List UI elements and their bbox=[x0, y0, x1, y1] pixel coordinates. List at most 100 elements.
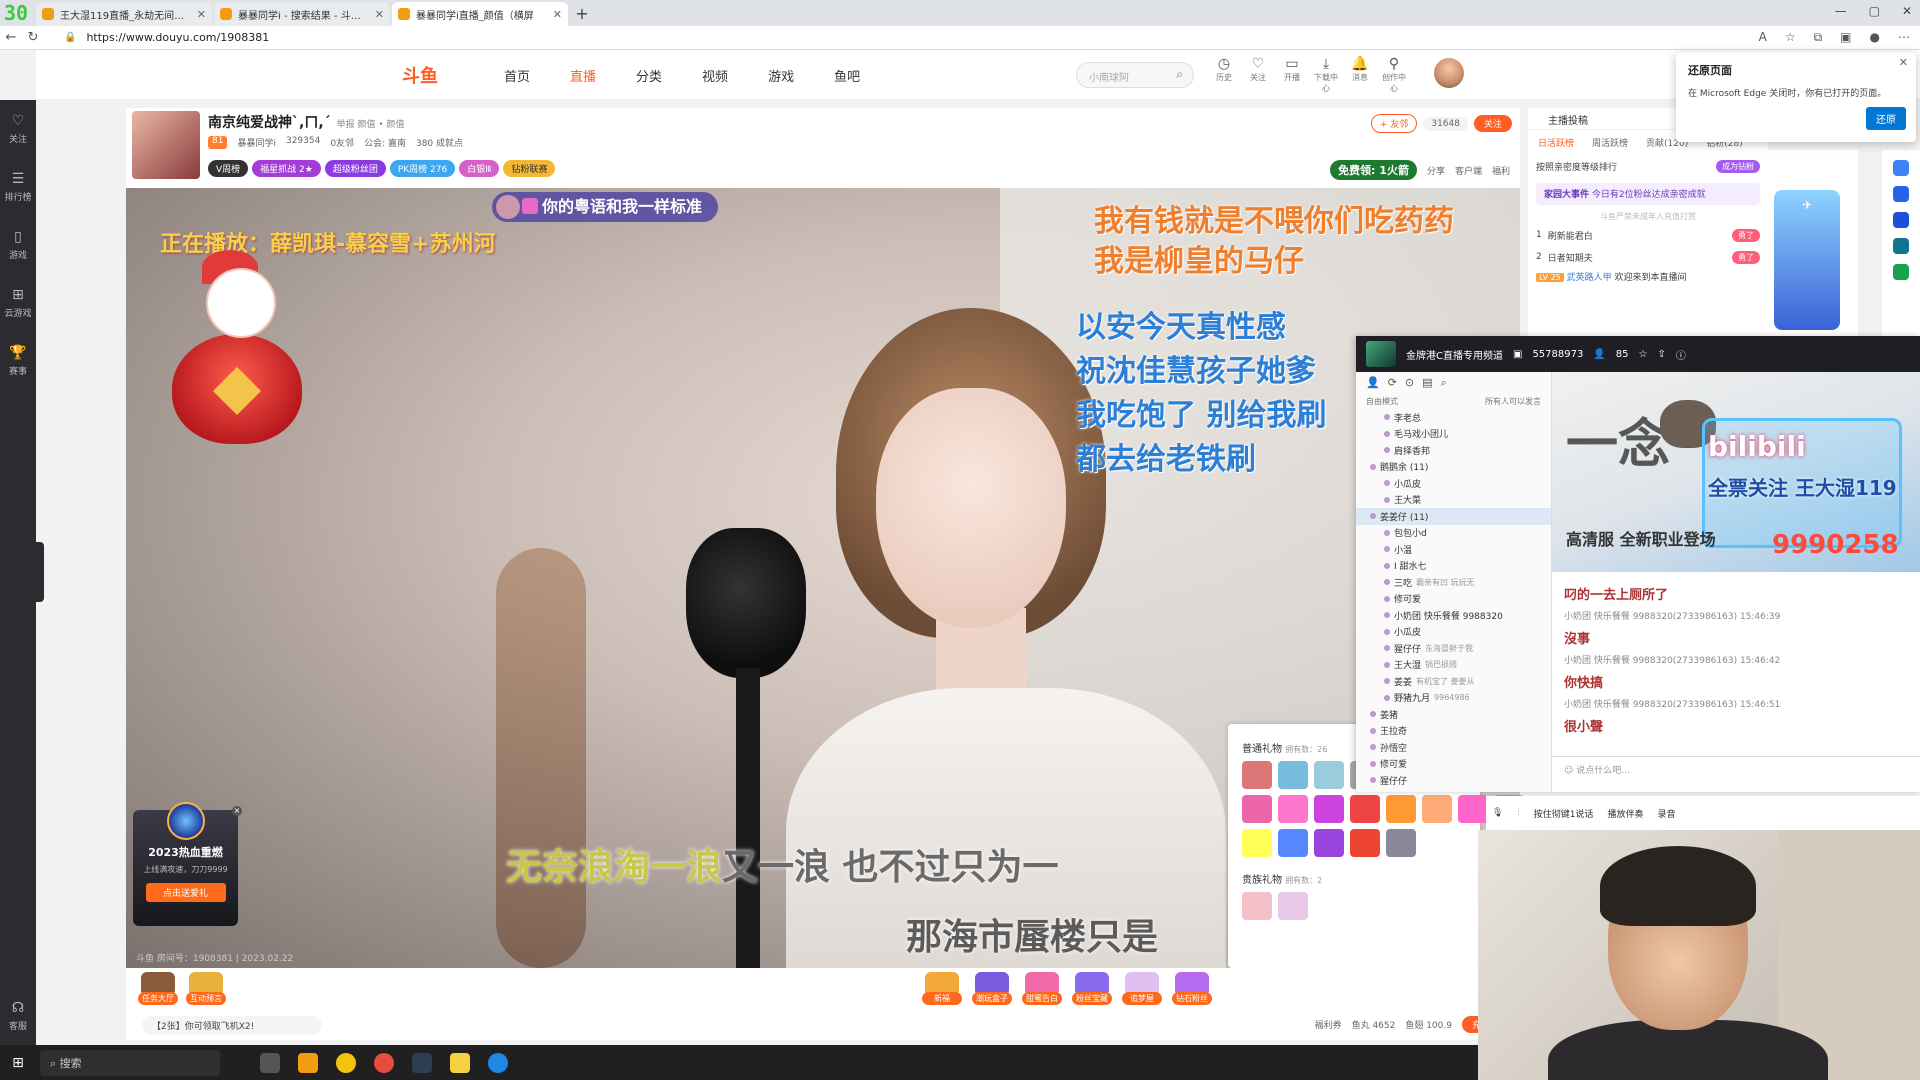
sidebar-item-support[interactable]: ☊ 客服 bbox=[0, 987, 36, 1045]
tree-row[interactable]: 王大湿 锅巴损贱 bbox=[1356, 657, 1551, 674]
netease-music-icon[interactable] bbox=[374, 1052, 394, 1073]
welfare-button[interactable]: 福利 bbox=[1492, 164, 1510, 177]
anchor-name[interactable]: 暴暴同学i bbox=[237, 136, 276, 149]
badge-silver[interactable]: 白银Ⅲ bbox=[459, 160, 500, 177]
message-button[interactable]: 🔔 消息 bbox=[1348, 56, 1372, 94]
prediction-button[interactable]: 互动预言 bbox=[186, 972, 226, 1005]
app-icon[interactable] bbox=[298, 1052, 318, 1073]
anchor-avatar[interactable] bbox=[132, 111, 200, 179]
refresh-icon[interactable]: ⟳ bbox=[1388, 376, 1397, 390]
tree-row[interactable]: 修可爱 bbox=[1356, 756, 1551, 773]
tree-row[interactable]: 王拉奇 bbox=[1356, 723, 1551, 740]
become-diamond-fan-button[interactable]: 成为钻粉 bbox=[1716, 159, 1760, 173]
close-icon[interactable]: ✕ bbox=[553, 8, 562, 21]
search-icon[interactable]: ⌕ bbox=[1176, 67, 1183, 82]
rank-row[interactable]: 1 刷新能君白 勇了 bbox=[1528, 224, 1768, 246]
add-friend-button[interactable]: + 友邻 bbox=[1370, 114, 1418, 133]
gift-item[interactable] bbox=[1314, 795, 1344, 823]
gift-item[interactable] bbox=[1278, 892, 1308, 920]
bookmark-icon[interactable]: ▤ bbox=[1422, 376, 1432, 390]
tree-row[interactable]: 三吃 霸亲有凹 玩玩无 bbox=[1356, 574, 1551, 591]
profile-icon[interactable]: ● bbox=[1870, 30, 1880, 45]
fans-treasure-button[interactable]: 粉丝宝藏 bbox=[1072, 972, 1112, 1005]
tree-row[interactable]: I 甜水七 bbox=[1356, 558, 1551, 575]
tree-row[interactable]: 修可爱 bbox=[1356, 591, 1551, 608]
tool-icon[interactable] bbox=[1893, 186, 1909, 202]
promo-cta-button[interactable]: 点击送爱礼 bbox=[145, 883, 226, 902]
new-tab-button[interactable]: + bbox=[570, 2, 594, 26]
task-hall-button[interactable]: 任务大厅 bbox=[138, 972, 178, 1005]
sidebar-collapse-handle[interactable] bbox=[36, 542, 44, 602]
sidebar-item-events[interactable]: 🏆 赛事 bbox=[0, 332, 36, 390]
tab-daily-rank[interactable]: 日活跃榜 bbox=[1538, 136, 1574, 149]
browser-tab-active[interactable]: 暴暴同学i直播_颜值（横屏 ✕ bbox=[392, 2, 568, 26]
tree-row[interactable]: 姜姜仔 (11) bbox=[1356, 508, 1551, 525]
room-tags[interactable]: 举报 颜值 • 颜值 bbox=[337, 120, 405, 130]
coupon-link[interactable]: 福利券 bbox=[1315, 1018, 1342, 1031]
edge-icon[interactable] bbox=[488, 1052, 508, 1073]
sidebar-item-games[interactable]: ▯ 游戏 bbox=[0, 216, 36, 274]
nav-item-home[interactable]: 首页 bbox=[504, 66, 530, 85]
tree-row[interactable]: 猩仔仔 bbox=[1356, 772, 1551, 789]
tree-row[interactable]: 李老总 bbox=[1356, 409, 1551, 426]
gift-item[interactable] bbox=[1278, 829, 1308, 857]
share-button[interactable]: 分享 bbox=[1427, 164, 1445, 177]
gift-item[interactable] bbox=[1350, 829, 1380, 857]
tree-row[interactable]: 猩仔仔 东海冒鲜于我 bbox=[1356, 640, 1551, 657]
gift-item[interactable] bbox=[1314, 761, 1344, 789]
gift-item[interactable] bbox=[1242, 761, 1272, 789]
share-icon[interactable]: ⇪ bbox=[1658, 349, 1666, 360]
badge-diamond-league[interactable]: 钻粉联赛 bbox=[503, 160, 556, 177]
nav-item-game[interactable]: 游戏 bbox=[768, 66, 794, 85]
toy-box-button[interactable]: 潮玩盒子 bbox=[972, 972, 1012, 1005]
location-icon[interactable]: ⊙ bbox=[1405, 376, 1414, 390]
tree-row[interactable]: 小奶团 快乐餐餐 9988320 bbox=[1356, 607, 1551, 624]
maximize-icon[interactable]: ▢ bbox=[1869, 4, 1880, 18]
app-icon[interactable] bbox=[450, 1052, 470, 1073]
rank-row[interactable]: 2 日者知期夫 勇了 bbox=[1528, 246, 1768, 268]
tree-row[interactable]: 姜猪 bbox=[1356, 706, 1551, 723]
start-icon[interactable]: ⊞ bbox=[0, 1055, 36, 1071]
diamond-fans-button[interactable]: 钻石粉丝 bbox=[1172, 972, 1212, 1005]
minimize-icon[interactable]: — bbox=[1835, 4, 1847, 18]
plane-hint[interactable]: 【2张】你可领取飞机X2! bbox=[142, 1016, 322, 1035]
nav-item-category[interactable]: 分类 bbox=[636, 66, 662, 85]
browser-tab[interactable]: 王大湿119直播_永劫无间直播_永✕ bbox=[36, 2, 212, 26]
tree-row[interactable]: 小温 bbox=[1356, 541, 1551, 558]
sidebar-item-follow[interactable]: ♡ 关注 bbox=[0, 100, 36, 158]
nav-item-video[interactable]: 视频 bbox=[702, 66, 728, 85]
gift-item[interactable] bbox=[1278, 795, 1308, 823]
back-icon[interactable]: ← bbox=[0, 30, 22, 45]
task-view-icon[interactable] bbox=[260, 1052, 280, 1073]
collections-icon[interactable]: ▣ bbox=[1840, 30, 1851, 45]
lock-icon[interactable]: 🔒 bbox=[64, 32, 76, 43]
tool-icon[interactable] bbox=[1893, 264, 1909, 280]
sidebar-item-ranking[interactable]: ☰ 排行榜 bbox=[0, 158, 36, 216]
free-gift-button[interactable]: 免费领: 1火箭 bbox=[1330, 160, 1417, 180]
confession-button[interactable]: 甜蜜告白 bbox=[1022, 972, 1062, 1005]
tree-row[interactable]: 王大菜 bbox=[1356, 492, 1551, 509]
gift-item[interactable] bbox=[1242, 829, 1272, 857]
mic-icon[interactable]: 🎙 bbox=[1492, 808, 1503, 818]
download-button[interactable]: ⤓ 下载中心 bbox=[1314, 56, 1338, 94]
tree-row[interactable]: 鹅鹅余 (11) bbox=[1356, 459, 1551, 476]
record-button[interactable]: 录音 bbox=[1657, 807, 1675, 820]
app-icon[interactable] bbox=[336, 1052, 356, 1073]
favorite-star-icon[interactable]: ☆ bbox=[1785, 30, 1796, 45]
gift-item[interactable] bbox=[1386, 829, 1416, 857]
gift-item[interactable] bbox=[1386, 795, 1416, 823]
mixer-icon[interactable]: ⫶ bbox=[1517, 808, 1519, 818]
close-icon[interactable]: ✕ bbox=[197, 8, 206, 21]
badge-pk-rank[interactable]: PK周榜 276 bbox=[389, 160, 456, 177]
user-icon[interactable]: 👤 bbox=[1366, 376, 1380, 390]
douyu-logo[interactable]: 斗鱼 bbox=[402, 62, 438, 88]
gift-item[interactable] bbox=[1422, 795, 1452, 823]
close-icon[interactable]: ✕ bbox=[1899, 56, 1908, 69]
tree-row[interactable]: 野猪九月 9964986 bbox=[1356, 690, 1551, 707]
badge-week-rank[interactable]: V周榜 bbox=[208, 160, 249, 177]
gift-item[interactable] bbox=[1242, 892, 1272, 920]
gift-item[interactable] bbox=[1350, 795, 1380, 823]
more-icon[interactable]: ⋯ bbox=[1898, 30, 1910, 45]
nav-item-fishbar[interactable]: 鱼吧 bbox=[834, 66, 860, 85]
search-input[interactable]: 小南球阿 ⌕ bbox=[1076, 62, 1194, 88]
